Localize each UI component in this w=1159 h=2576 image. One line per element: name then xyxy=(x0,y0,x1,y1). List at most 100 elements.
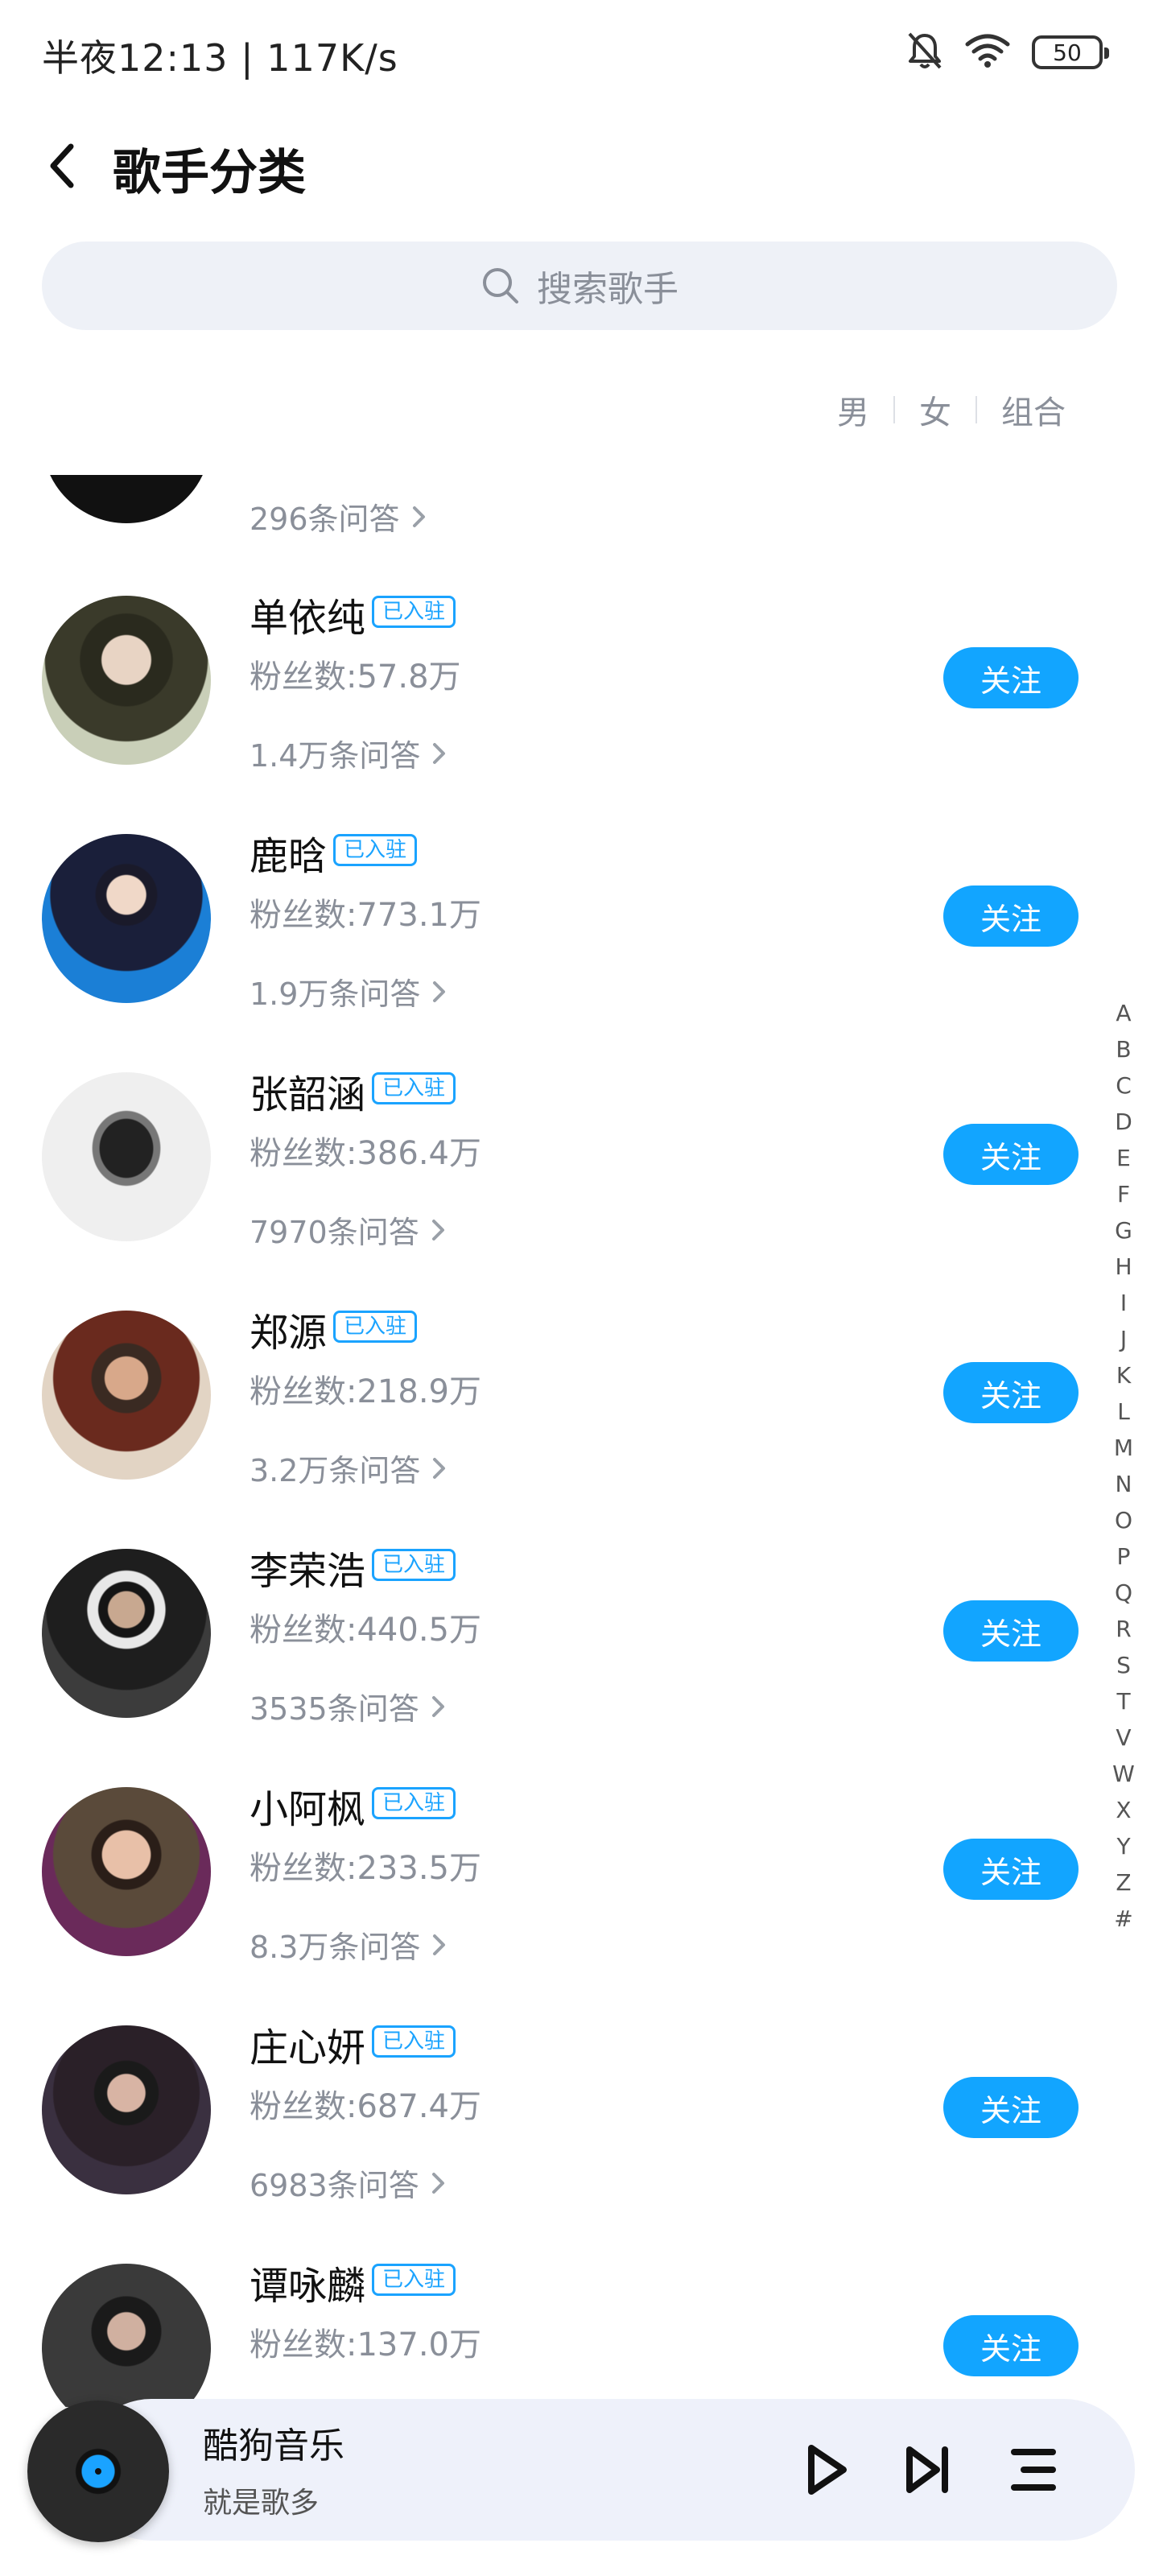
fan-count: 粉丝数:386.4万 xyxy=(250,1135,481,1172)
list-item[interactable]: 小阿枫 已入驻 粉丝数:233.5万 8.3万条问答 关注 xyxy=(0,1787,1159,2029)
filter-male[interactable]: 男 xyxy=(813,386,893,433)
index-letter[interactable]: Y xyxy=(1107,1828,1140,1864)
bell-muted-icon xyxy=(906,31,943,74)
avatar[interactable] xyxy=(42,1072,211,1241)
album-disc-icon[interactable] xyxy=(27,2401,169,2542)
index-letter[interactable]: M xyxy=(1107,1430,1140,1466)
index-letter[interactable]: # xyxy=(1107,1901,1140,1937)
chevron-right-icon xyxy=(433,1934,446,1955)
index-letter[interactable]: J xyxy=(1107,1321,1140,1357)
index-letter[interactable]: G xyxy=(1107,1212,1140,1249)
index-letter[interactable]: Q xyxy=(1107,1575,1140,1611)
index-letter[interactable]: B xyxy=(1107,1031,1140,1067)
index-letter[interactable]: P xyxy=(1107,1538,1140,1575)
play-button[interactable] xyxy=(795,2439,856,2500)
avatar[interactable] xyxy=(42,475,211,523)
index-letter[interactable]: N xyxy=(1107,1466,1140,1502)
list-item[interactable]: 郑源 已入驻 粉丝数:218.9万 3.2万条问答 关注 xyxy=(0,1311,1159,1552)
follow-button[interactable]: 关注 xyxy=(943,886,1079,947)
qa-count: 1.4万条问答 xyxy=(250,738,421,774)
index-letter[interactable]: A xyxy=(1107,995,1140,1031)
index-letter[interactable]: R xyxy=(1107,1611,1140,1647)
avatar[interactable] xyxy=(42,1549,211,1718)
index-letter[interactable]: X xyxy=(1107,1792,1140,1828)
artist-name[interactable]: 小阿枫 xyxy=(250,1777,365,1834)
follow-button[interactable]: 关注 xyxy=(943,1362,1079,1423)
status-bar: 半夜12:13 | 117K/s 50 xyxy=(0,0,1159,105)
qa-count: 3.2万条问答 xyxy=(250,1453,421,1488)
artist-name[interactable]: 单依纯 xyxy=(250,586,365,642)
search-input[interactable]: 搜索歌手 xyxy=(42,242,1117,330)
index-letter[interactable]: L xyxy=(1107,1393,1140,1430)
index-letter[interactable]: T xyxy=(1107,1683,1140,1719)
index-letter[interactable]: K xyxy=(1107,1357,1140,1393)
avatar[interactable] xyxy=(42,2264,211,2407)
page-title: 歌手分类 xyxy=(113,145,306,201)
list-item[interactable]: 庄心妍 已入驻 粉丝数:687.4万 6983条问答 关注 xyxy=(0,2025,1159,2267)
follow-button[interactable]: 关注 xyxy=(943,1839,1079,1900)
qa-link[interactable]: 7970条问答 xyxy=(250,1208,447,1252)
wifi-icon xyxy=(964,33,1011,72)
artist-name[interactable]: 鹿晗 xyxy=(250,824,327,881)
qa-count: 1.9万条问答 xyxy=(250,976,421,1012)
next-button[interactable] xyxy=(898,2439,959,2500)
index-letter[interactable]: V xyxy=(1107,1719,1140,1756)
index-letter[interactable]: E xyxy=(1107,1140,1140,1176)
qa-link[interactable]: 296条问答 xyxy=(250,494,427,539)
artist-name[interactable]: 李荣浩 xyxy=(250,1539,365,1596)
artist-name[interactable]: 张韶涵 xyxy=(250,1063,365,1119)
list-item[interactable]: 单依纯 已入驻 粉丝数:57.8万 1.4万条问答 关注 xyxy=(0,596,1159,837)
verified-badge: 已入驻 xyxy=(372,2025,456,2058)
index-letter[interactable]: O xyxy=(1107,1502,1140,1538)
index-letter[interactable]: F xyxy=(1107,1176,1140,1212)
list-item[interactable]: 张韶涵 已入驻 粉丝数:386.4万 7970条问答 关注 xyxy=(0,1072,1159,1314)
chevron-right-icon xyxy=(433,742,446,764)
follow-button[interactable]: 关注 xyxy=(943,647,1079,708)
filter-group[interactable]: 组合 xyxy=(977,386,1090,433)
qa-link[interactable]: 6983条问答 xyxy=(250,2161,447,2205)
follow-button[interactable]: 关注 xyxy=(943,1124,1079,1185)
qa-link[interactable]: 3.2万条问答 xyxy=(250,1446,448,1490)
chevron-right-icon xyxy=(433,980,446,1002)
alphabet-index[interactable]: A B C D E F G H I J K L M N O P Q R S T … xyxy=(1107,995,1140,1937)
index-letter[interactable]: H xyxy=(1107,1249,1140,1285)
avatar[interactable] xyxy=(42,1787,211,1956)
player-title[interactable]: 酷狗音乐 xyxy=(203,2417,344,2468)
verified-badge: 已入驻 xyxy=(372,1787,456,1819)
qa-count: 296条问答 xyxy=(250,502,400,537)
index-letter[interactable]: I xyxy=(1107,1285,1140,1321)
qa-link[interactable]: 1.4万条问答 xyxy=(250,731,448,775)
follow-button[interactable]: 关注 xyxy=(943,2077,1079,2138)
fan-count: 粉丝数:687.4万 xyxy=(250,2088,481,2125)
index-letter[interactable]: C xyxy=(1107,1067,1140,1104)
list-item[interactable]: 鹿晗 已入驻 粉丝数:773.1万 1.9万条问答 关注 xyxy=(0,834,1159,1075)
playlist-button[interactable] xyxy=(1003,2439,1064,2500)
list-item-partial[interactable]: 296条问答 xyxy=(0,475,1159,539)
artist-name[interactable]: 郑源 xyxy=(250,1301,327,1357)
index-letter[interactable]: D xyxy=(1107,1104,1140,1140)
qa-count: 3535条问答 xyxy=(250,1691,419,1727)
index-letter[interactable]: Z xyxy=(1107,1864,1140,1901)
artist-name[interactable]: 谭咏麟 xyxy=(250,2254,365,2310)
qa-count: 7970条问答 xyxy=(250,1215,419,1250)
filter-female[interactable]: 女 xyxy=(895,386,975,433)
list-item[interactable]: 谭咏麟 已入驻 粉丝数:137.0万 关注 xyxy=(0,2264,1159,2407)
search-icon xyxy=(483,268,518,303)
index-letter[interactable]: S xyxy=(1107,1647,1140,1683)
avatar[interactable] xyxy=(42,2025,211,2194)
avatar[interactable] xyxy=(42,1311,211,1480)
qa-link[interactable]: 8.3万条问答 xyxy=(250,1922,448,1967)
list-item[interactable]: 李荣浩 已入驻 粉丝数:440.5万 3535条问答 关注 xyxy=(0,1549,1159,1790)
qa-link[interactable]: 1.9万条问答 xyxy=(250,969,448,1013)
back-button[interactable] xyxy=(37,135,85,196)
follow-button[interactable]: 关注 xyxy=(943,1600,1079,1662)
avatar[interactable] xyxy=(42,834,211,1003)
avatar[interactable] xyxy=(42,596,211,765)
artist-name[interactable]: 庄心妍 xyxy=(250,2016,365,2072)
follow-button[interactable]: 关注 xyxy=(943,2315,1079,2376)
battery-level: 50 xyxy=(1053,39,1082,66)
artist-list[interactable]: 296条问答 单依纯 已入驻 粉丝数:57.8万 1.4万条问答 关注 鹿晗 已… xyxy=(0,475,1159,2407)
qa-link[interactable]: 3535条问答 xyxy=(250,1684,447,1728)
mini-player[interactable]: 酷狗音乐 就是歌多 xyxy=(80,2399,1135,2541)
index-letter[interactable]: W xyxy=(1107,1756,1140,1792)
